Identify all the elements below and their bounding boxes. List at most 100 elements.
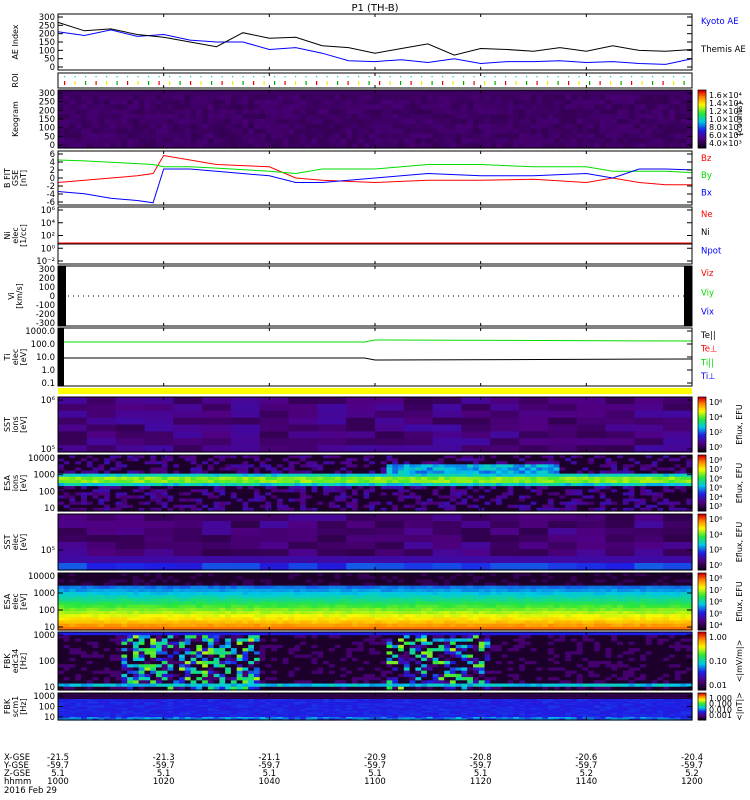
roi-marker: [326, 76, 328, 78]
spectrogram-cell: [594, 109, 601, 115]
spectrogram-cell: [484, 90, 491, 96]
spectrogram-cell: [651, 123, 659, 130]
spectrogram-cell: [375, 556, 405, 564]
spectrogram-cell: [398, 90, 405, 96]
spectrogram-cell: [202, 528, 232, 536]
spectrogram-cell: [674, 104, 682, 110]
spectrogram-cell: [288, 133, 295, 139]
spectrogram-cell: [570, 90, 578, 96]
spectrogram-cell: [202, 128, 209, 135]
spectrogram-cell: [75, 109, 82, 115]
y-tick-label: 10⁴: [41, 219, 56, 229]
series-kyoto-ae: [57, 29, 693, 65]
spectrogram-cell: [507, 138, 514, 144]
spectrogram-cell: [346, 514, 376, 522]
spectrogram-cell: [490, 90, 497, 96]
spectrogram-cell: [634, 403, 664, 412]
spectrogram-cell: [115, 563, 146, 571]
spectrogram-cell: [357, 90, 365, 96]
spectrogram-cell: [259, 556, 290, 564]
roi-marker: [641, 76, 643, 78]
spectrogram-cell: [588, 133, 595, 139]
spectrogram-cell: [167, 133, 174, 139]
spectrogram-cell: [645, 119, 653, 125]
spectrogram-cell: [317, 109, 324, 115]
spectrogram-cell: [213, 90, 220, 96]
spectrogram-cell: [253, 114, 261, 120]
esa_i-spectrogram: [58, 455, 693, 512]
spectrogram-cell: [225, 114, 232, 120]
spectrogram-cell: [403, 417, 434, 426]
spectrogram-cell: [380, 114, 388, 120]
spectrogram-cell: [173, 133, 180, 139]
spectrogram-cell: [663, 521, 693, 529]
spectrogram-cell: [501, 138, 509, 144]
spectrogram-cell: [288, 99, 295, 106]
spectrogram-cell: [628, 114, 635, 120]
spectrogram-cell: [547, 119, 555, 125]
spectrogram-cell: [196, 104, 203, 110]
spectrogram-cell: [553, 138, 561, 144]
spectrogram-cell: [634, 410, 664, 419]
spectrogram-cell: [444, 114, 451, 120]
spectrogram-cell: [259, 123, 267, 130]
spectrogram-cell: [392, 119, 399, 125]
spectrogram-cell: [369, 94, 376, 101]
spectrogram-cell: [663, 438, 693, 446]
spectrogram-cell: [496, 94, 503, 101]
spectrogram-cell: [253, 109, 261, 115]
spectrogram-cell: [340, 94, 347, 101]
spectrogram-cell: [547, 556, 578, 564]
spectrogram-cell: [432, 94, 439, 101]
spectrogram-cell: [651, 133, 659, 139]
spectrogram-cell: [230, 114, 238, 120]
spectrogram-cell: [167, 104, 174, 110]
spectrogram-cell: [190, 94, 197, 101]
spectrogram-cell: [403, 445, 434, 453]
spectrogram-cell: [403, 90, 411, 96]
spectrogram-cell: [363, 123, 370, 130]
spectrogram-cell: [438, 138, 445, 144]
spectrogram-cell: [576, 128, 584, 135]
spectrogram-cell: [81, 114, 88, 120]
spectrogram-cell: [380, 133, 388, 139]
spectrogram-cell: [449, 128, 457, 135]
spectrogram-cell: [294, 138, 301, 144]
spectrogram-cell: [490, 403, 520, 412]
colorbar-tick-label: 10³: [709, 502, 722, 511]
spectrogram-cell: [530, 94, 537, 101]
spectrogram-cell: [663, 431, 693, 439]
spectrogram-cell: [207, 138, 215, 144]
spectrogram-cell: [403, 542, 434, 550]
series-by: [57, 159, 693, 175]
spectrogram-cell: [196, 128, 203, 135]
spectrogram-cell: [288, 94, 295, 101]
spectrogram-cell: [259, 431, 290, 439]
spectrogram-cell: [138, 119, 146, 125]
spectrogram-cell: [167, 119, 174, 125]
spectrogram-cell: [398, 128, 405, 135]
spectrogram-cell: [496, 114, 503, 120]
spectrogram-cell: [524, 94, 532, 101]
spectrogram-cell: [478, 94, 486, 101]
spectrogram-cell: [115, 424, 146, 432]
spectrogram-cell: [173, 535, 203, 543]
spectrogram-cell: [155, 114, 163, 120]
spectrogram-cell: [288, 431, 318, 439]
spectrogram-cell: [369, 114, 376, 120]
spectrogram-cell: [392, 109, 399, 115]
spectrogram-cell: [617, 99, 624, 106]
spectrogram-cell: [81, 133, 88, 139]
spectrogram-cell: [230, 138, 238, 144]
spectrogram-cell: [438, 94, 445, 101]
spectrogram-cell: [104, 94, 111, 101]
spectrogram-cell: [461, 438, 491, 446]
spectrogram-cell: [132, 133, 140, 139]
spectrogram-cell: [530, 109, 537, 115]
spectrogram-cell: [594, 119, 601, 125]
spectrogram-cell: [496, 123, 503, 130]
roi-marker: [158, 81, 160, 85]
spectrogram-cell: [542, 109, 549, 115]
spectrogram-cell: [173, 438, 203, 446]
spectrogram-cell: [311, 133, 318, 139]
